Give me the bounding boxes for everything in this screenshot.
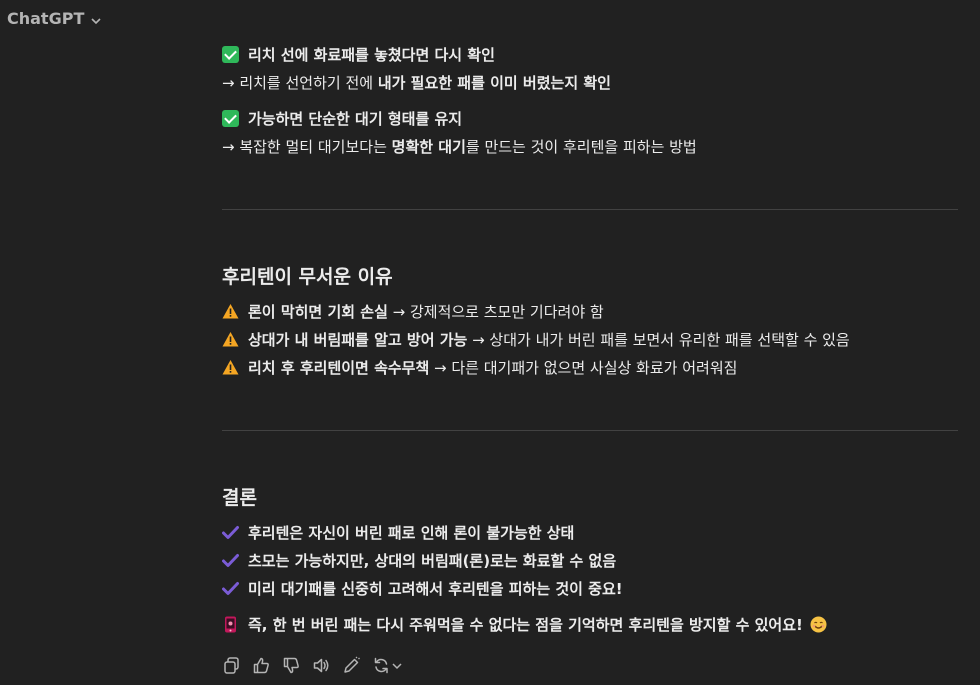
- mobile-phone-icon: [222, 616, 239, 633]
- thumbs-down-icon[interactable]: [282, 656, 301, 675]
- plain-text: → 강제적으로 츠모만 기다려야 함: [387, 303, 604, 321]
- section-heading: 결론: [222, 487, 257, 509]
- bold-text: 내가 필요한 패를 이미 버렸는지 확인: [377, 74, 611, 92]
- edit-icon[interactable]: [342, 656, 361, 675]
- item-text: 미리 대기패를 신중히 고려해서 후리텐을 피하는 것이 중요!: [248, 580, 623, 598]
- warning-icon: [222, 359, 239, 376]
- checklist-item: 가능하면 단순한 대기 형태를 유지: [222, 109, 462, 129]
- conclusion-item: 후리텐은 자신이 버린 패로 인해 론이 불가능한 상태: [222, 523, 574, 543]
- heavy-check-icon: [222, 580, 239, 597]
- plain-text: → 다른 대기패가 없으면 사실상 화료가 어려워짐: [429, 359, 738, 377]
- conclusion-item: 츠모는 가능하지만, 상대의 버림패(론)로는 화료할 수 없음: [222, 551, 616, 571]
- plain-text: → 리치를 선언하기 전에: [222, 74, 378, 92]
- divider: [222, 209, 958, 210]
- item-text: 가능하면 단순한 대기 형태를 유지: [248, 110, 463, 128]
- warning-icon: [222, 303, 239, 320]
- bold-text: 명확한 대기: [391, 138, 466, 156]
- copy-icon[interactable]: [222, 656, 241, 675]
- plain-text: → 상대가 내가 버린 패를 보면서 유리한 패를 선택할 수 있음: [467, 331, 850, 349]
- plain-text: → 복잡한 멀티 대기보다는: [222, 138, 392, 156]
- smile-emoji-icon: [810, 616, 827, 633]
- regenerate-icon[interactable]: [372, 656, 404, 675]
- thumbs-up-icon[interactable]: [252, 656, 271, 675]
- plain-text: 를 만드는 것이 후리텐을 피하는 방법: [465, 138, 697, 156]
- bold-text: 론이 막히면 기회 손실: [248, 303, 388, 321]
- item-text: 츠모는 가능하지만, 상대의 버림패(론)로는 화료할 수 없음: [248, 552, 617, 570]
- bold-text: 상대가 내 버림패를 알고 방어 가능: [248, 331, 468, 349]
- app-title: ChatGPT: [7, 8, 85, 28]
- explanation-line: → 복잡한 멀티 대기보다는 명확한 대기를 만드는 것이 후리텐을 피하는 방…: [222, 137, 697, 157]
- chevron-down-icon: [90, 12, 102, 25]
- heavy-check-icon: [222, 524, 239, 541]
- warning-item: 상대가 내 버림패를 알고 방어 가능 → 상대가 내가 버린 패를 보면서 유…: [222, 330, 850, 350]
- message-actions: [222, 656, 404, 675]
- checklist-item: 리치 선에 화료패를 놓쳤다면 다시 확인: [222, 45, 495, 65]
- model-selector[interactable]: ChatGPT: [7, 6, 102, 30]
- warning-item: 론이 막히면 기회 손실 → 강제적으로 츠모만 기다려야 함: [222, 302, 604, 322]
- divider: [222, 430, 958, 431]
- bold-text: 리치 후 후리텐이면 속수무책: [248, 359, 430, 377]
- item-text: 리치 선에 화료패를 놓쳤다면 다시 확인: [248, 46, 495, 64]
- heavy-check-icon: [222, 552, 239, 569]
- read-aloud-icon[interactable]: [312, 656, 331, 675]
- summary-text: 즉, 한 번 버린 패는 다시 주워먹을 수 없다는 점을 기억하면 후리텐을 …: [248, 616, 803, 634]
- white-check-mark-icon: [222, 46, 239, 63]
- white-check-mark-icon: [222, 110, 239, 127]
- warning-item: 리치 후 후리텐이면 속수무책 → 다른 대기패가 없으면 사실상 화료가 어려…: [222, 358, 737, 378]
- conclusion-item: 미리 대기패를 신중히 고려해서 후리텐을 피하는 것이 중요!: [222, 579, 623, 599]
- warning-icon: [222, 331, 239, 348]
- section-heading: 후리텐이 무서운 이유: [222, 266, 393, 288]
- item-text: 후리텐은 자신이 버린 패로 인해 론이 불가능한 상태: [248, 524, 575, 542]
- final-summary: 즉, 한 번 버린 패는 다시 주워먹을 수 없다는 점을 기억하면 후리텐을 …: [222, 615, 827, 635]
- explanation-line: → 리치를 선언하기 전에 내가 필요한 패를 이미 버렸는지 확인: [222, 73, 611, 93]
